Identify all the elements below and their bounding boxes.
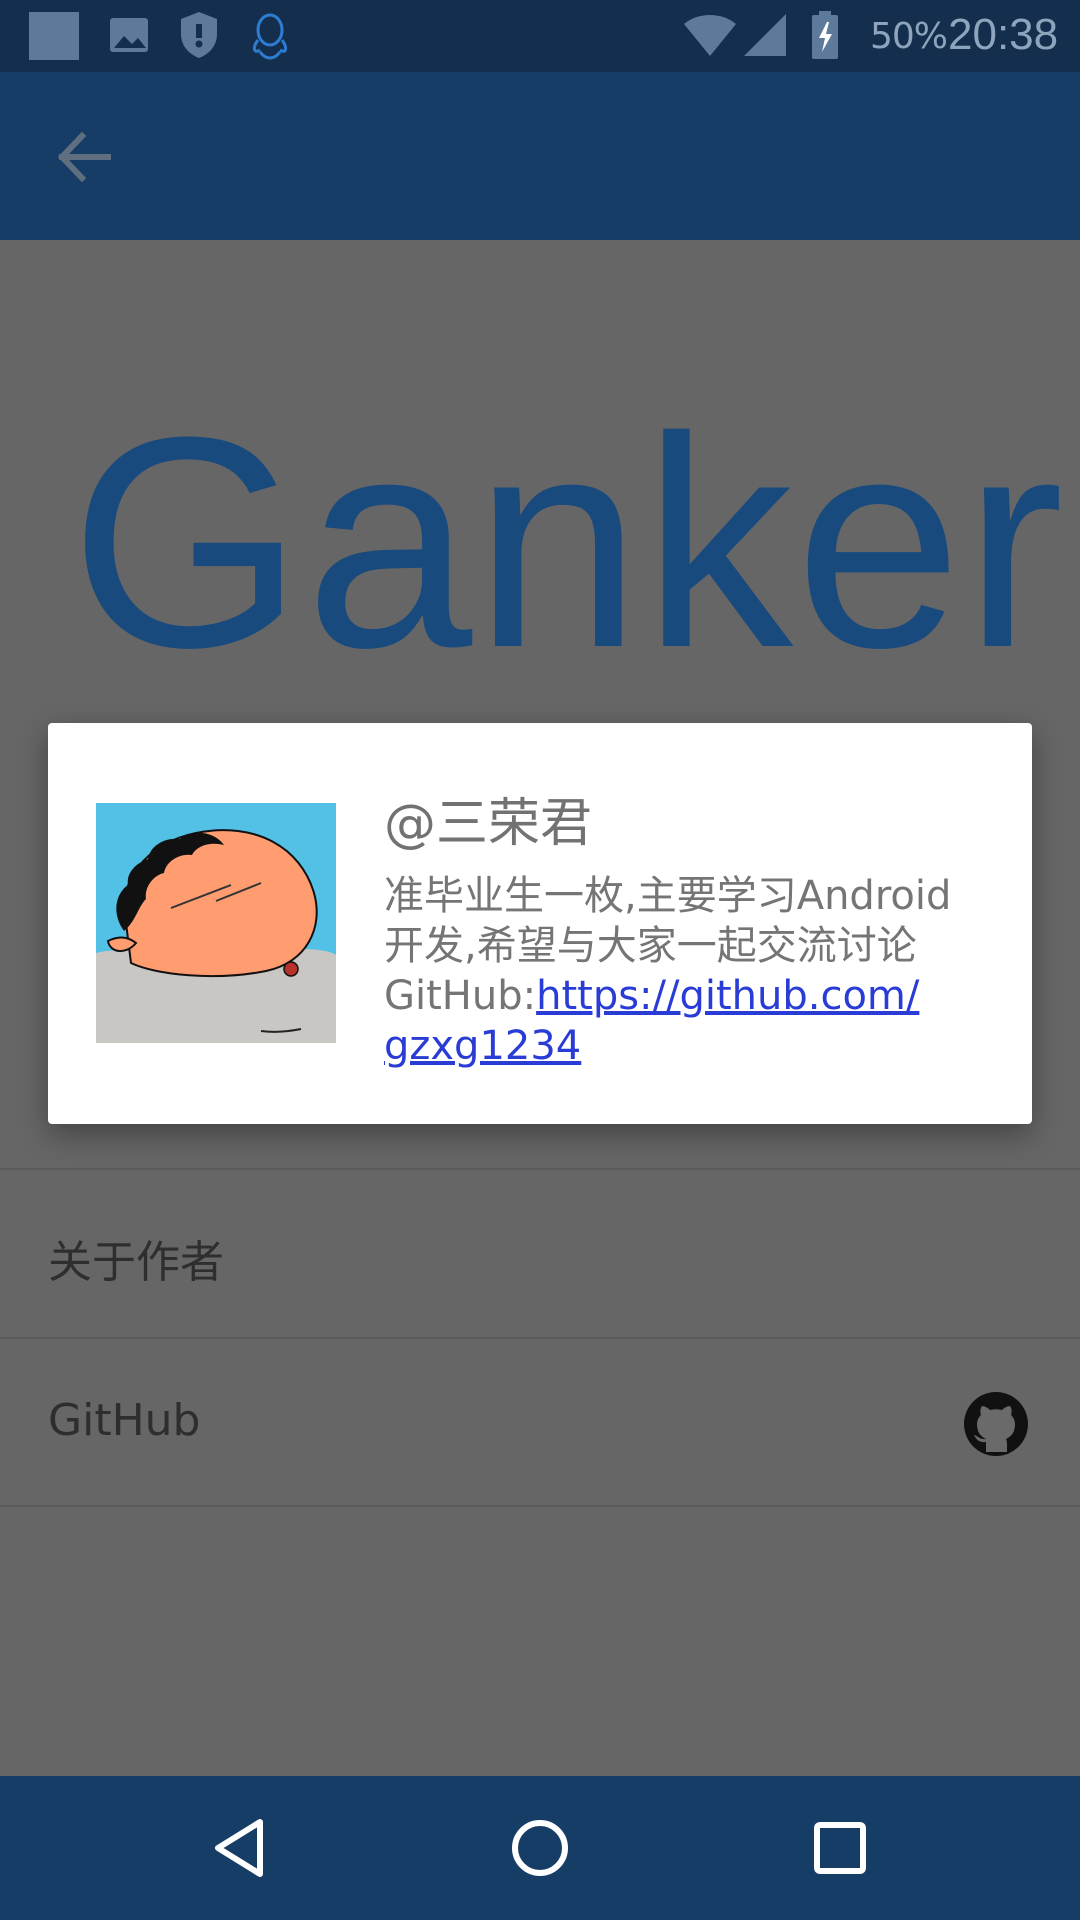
battery-percent: 50% (870, 16, 948, 57)
github-icon[interactable] (962, 1390, 1030, 1458)
github-link[interactable]: https://github.com/ (536, 973, 919, 1019)
signal-icon (744, 14, 786, 56)
app-logo-text: Ganker (70, 374, 1066, 710)
list-item-about-author[interactable]: 关于作者 (0, 1170, 1080, 1336)
github-line: gzxg1234 (384, 1021, 984, 1071)
notification-square-icon (29, 12, 79, 60)
nav-back-icon[interactable] (206, 1814, 274, 1882)
github-link[interactable]: gzxg1234 (384, 1023, 581, 1069)
divider (0, 1505, 1080, 1507)
screen: 50% 20:38 Ganker 关于作者 GitHub @三荣君 准毕业生一枚… (0, 0, 1080, 1920)
github-prefix: GitHub: (384, 973, 537, 1019)
author-dialog: @三荣君 准毕业生一枚,主要学习Android 开发,希望与大家一起交流讨论 G… (48, 723, 1032, 1124)
arrow-back-icon[interactable] (50, 122, 120, 192)
list-item-label: GitHub (48, 1395, 201, 1446)
nav-recent-icon[interactable] (806, 1814, 874, 1882)
qq-icon (252, 13, 288, 60)
image-icon (110, 18, 148, 52)
clock: 20:38 (948, 10, 1059, 59)
shield-icon (181, 12, 217, 58)
avatar (96, 803, 336, 1043)
app-bar (0, 72, 1080, 240)
github-line: GitHub:https://github.com/ (384, 971, 984, 1021)
bio-line: 开发,希望与大家一起交流讨论 (384, 923, 917, 969)
author-bio: 准毕业生一枚,主要学习Android 开发,希望与大家一起交流讨论 GitHub… (384, 871, 984, 1071)
list-item-github[interactable]: GitHub (0, 1339, 1080, 1505)
battery-icon (812, 11, 838, 59)
nav-home-icon[interactable] (506, 1814, 574, 1882)
list-item-label: 关于作者 (48, 1237, 224, 1288)
author-name: @三荣君 (384, 794, 593, 854)
wifi-icon (684, 15, 736, 56)
bio-line: 准毕业生一枚,主要学习Android (384, 873, 952, 919)
status-bar: 50% 20:38 (0, 0, 1080, 72)
navigation-bar (0, 1776, 1080, 1920)
